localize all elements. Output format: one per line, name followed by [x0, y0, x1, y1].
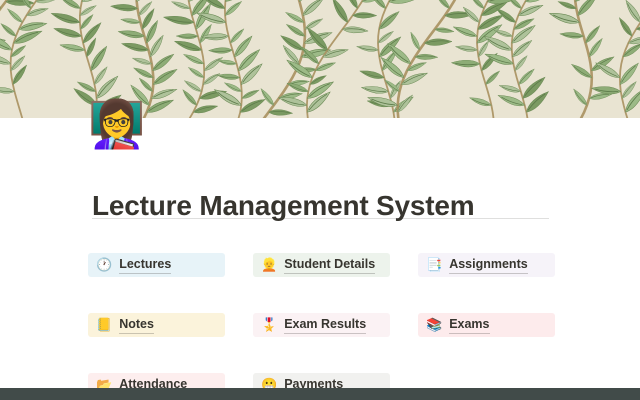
next-block-edge [0, 388, 640, 400]
card-label: Exam Results [284, 317, 366, 334]
card-student-details[interactable]: 👱 Student Details [253, 253, 390, 277]
card-label: Student Details [284, 257, 375, 274]
page-icon-teacher-emoji[interactable]: 👩‍🏫 [88, 96, 144, 152]
card-assignments[interactable]: 📑 Assignments [418, 253, 555, 277]
card-label: Lectures [119, 257, 171, 274]
card-lectures[interactable]: 🕐 Lectures [88, 253, 225, 277]
card-notes[interactable]: 📒 Notes [88, 313, 225, 337]
medal-icon: 🎖️ [261, 318, 277, 333]
link-cards-grid: 🕐 Lectures 👱 Student Details 📑 Assignmen… [88, 253, 555, 397]
clock-icon: 🕐 [96, 258, 112, 273]
books-icon: 📚 [426, 318, 442, 333]
card-exam-results[interactable]: 🎖️ Exam Results [253, 313, 390, 337]
notebook-icon: 📒 [96, 318, 112, 333]
notion-page: 👩‍🏫 Lecture Management System 🕐 Lectures… [0, 0, 640, 400]
divider [92, 218, 549, 219]
card-exams[interactable]: 📚 Exams [418, 313, 555, 337]
card-label: Notes [119, 317, 154, 334]
card-label: Assignments [449, 257, 528, 274]
student-person-icon: 👱 [261, 258, 277, 273]
card-label: Exams [449, 317, 489, 334]
bookmark-tabs-icon: 📑 [426, 258, 442, 273]
